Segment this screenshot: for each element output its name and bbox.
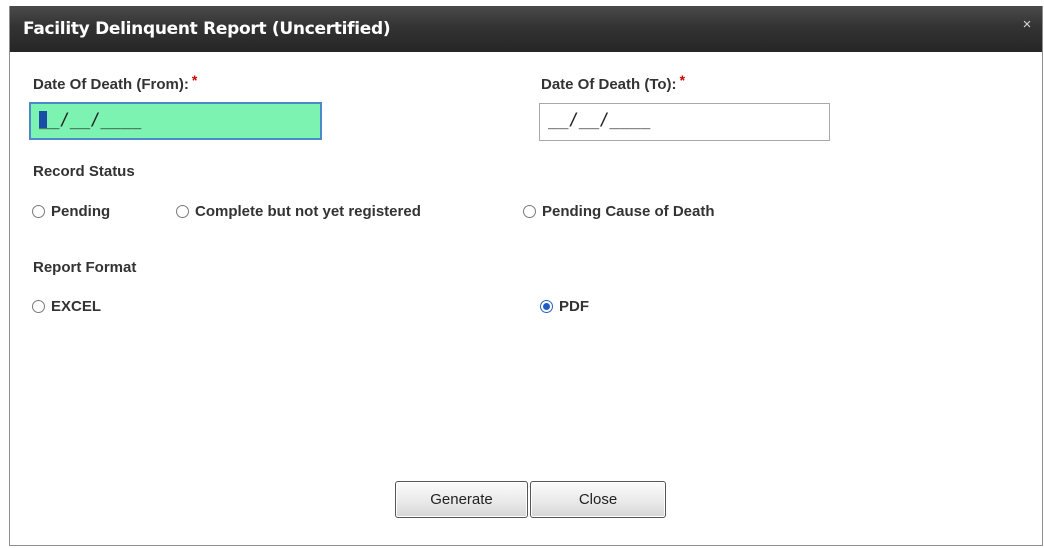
- radio-button[interactable]: [176, 205, 189, 218]
- radio-button[interactable]: [32, 205, 45, 218]
- radio-button-selected[interactable]: [540, 300, 553, 313]
- date-to-input[interactable]: __/__/____: [539, 103, 830, 141]
- date-from-value: __/__/____: [39, 110, 142, 130]
- radio-complete-label: Complete but not yet registered: [195, 203, 421, 220]
- radio-button[interactable]: [523, 205, 536, 218]
- required-marker: *: [679, 72, 686, 88]
- dialog-titlebar[interactable]: Facility Delinquent Report (Uncertified)…: [10, 6, 1042, 52]
- radio-excel-label: EXCEL: [51, 298, 102, 315]
- radio-pending-label: Pending: [51, 203, 111, 220]
- radio-complete-not-registered[interactable]: Complete but not yet registered: [176, 203, 421, 220]
- close-button[interactable]: Close: [530, 481, 666, 518]
- date-from-label-text: Date Of Death (From):: [33, 76, 189, 93]
- required-marker: *: [191, 72, 198, 88]
- date-from-label: Date Of Death (From): *: [33, 72, 197, 93]
- date-from-input[interactable]: __/__/____: [29, 102, 322, 140]
- date-to-label: Date Of Death (To): *: [541, 72, 685, 93]
- radio-button[interactable]: [32, 300, 45, 313]
- date-to-value: __/__/____: [548, 110, 651, 130]
- text-cursor: [39, 111, 47, 128]
- radio-pending[interactable]: Pending: [32, 203, 110, 220]
- radio-pending-cause-of-death[interactable]: Pending Cause of Death: [523, 203, 715, 220]
- record-status-label: Record Status: [33, 163, 135, 180]
- report-format-label: Report Format: [33, 259, 137, 276]
- dialog-title: Facility Delinquent Report (Uncertified): [23, 19, 391, 39]
- date-to-label-text: Date Of Death (To):: [541, 76, 677, 93]
- close-icon[interactable]: ×: [1020, 17, 1034, 32]
- radio-pending-cause-label: Pending Cause of Death: [542, 203, 715, 220]
- radio-excel[interactable]: EXCEL: [32, 298, 101, 315]
- radio-pdf-label: PDF: [559, 298, 589, 315]
- generate-button[interactable]: Generate: [395, 481, 528, 518]
- report-dialog: Facility Delinquent Report (Uncertified)…: [9, 6, 1043, 546]
- radio-pdf[interactable]: PDF: [540, 298, 589, 315]
